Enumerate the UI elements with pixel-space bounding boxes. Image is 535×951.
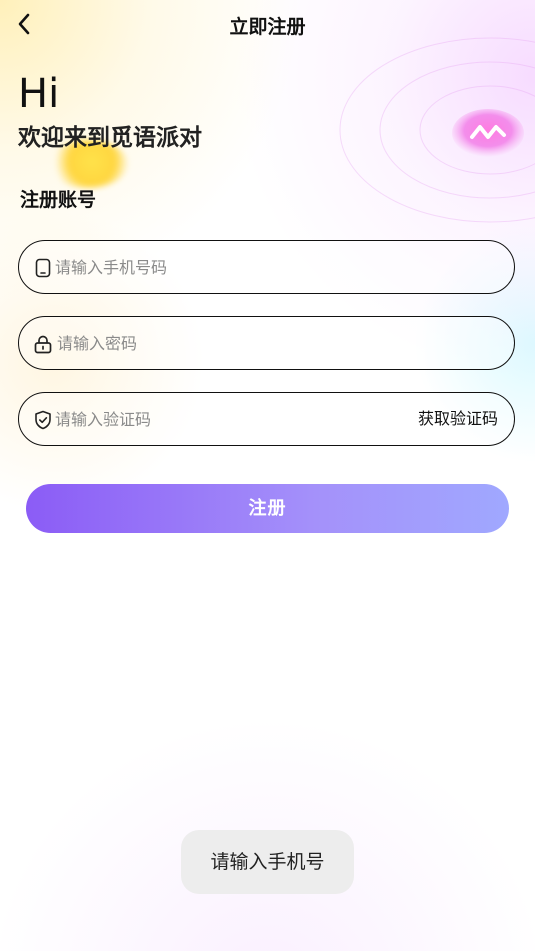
lock-icon [33, 334, 53, 354]
decorative-pink-wave-icon [452, 109, 524, 157]
greeting-text: Hi [18, 71, 60, 117]
page-title: 立即注册 [229, 16, 306, 38]
password-input[interactable] [57, 317, 397, 369]
phone-input[interactable] [55, 241, 395, 293]
get-code-button[interactable]: 获取验证码 [418, 393, 498, 445]
phone-icon [33, 258, 53, 278]
password-field [18, 316, 515, 370]
phone-field [18, 240, 515, 294]
section-title: 注册账号 [20, 189, 97, 211]
verification-code-field: 获取验证码 [18, 392, 515, 446]
top-bar: 立即注册 [0, 0, 535, 48]
verification-code-input[interactable] [55, 393, 395, 445]
shield-check-icon [33, 410, 53, 430]
toast-message: 请输入手机号 [181, 830, 354, 894]
welcome-text: 欢迎来到觅语派对 [18, 125, 202, 151]
register-button[interactable]: 注册 [26, 484, 509, 533]
